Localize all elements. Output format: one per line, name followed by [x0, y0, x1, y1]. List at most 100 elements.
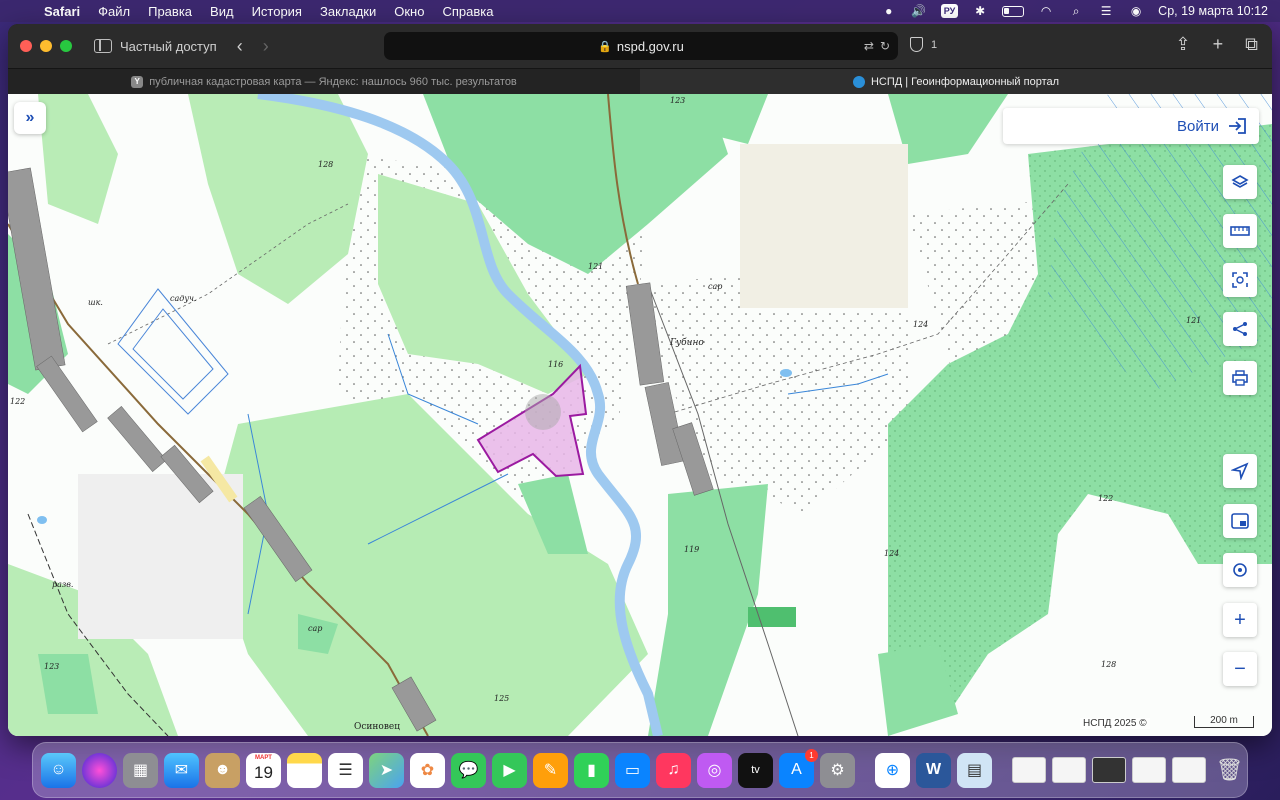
dock-minimized-window[interactable] [1172, 757, 1206, 783]
dock-contacts-icon[interactable]: ☻ [205, 752, 240, 788]
grammarly-icon[interactable]: ● [881, 4, 897, 18]
dock-reminders-icon[interactable]: ☰ [328, 752, 363, 788]
menu-help[interactable]: Справка [442, 4, 493, 19]
layers-button[interactable] [1223, 165, 1257, 199]
dock-keynote-icon[interactable]: ▭ [615, 752, 650, 788]
dock-facetime-icon[interactable]: ▶ [492, 752, 527, 788]
battery-icon[interactable] [1002, 5, 1025, 17]
login-icon [1229, 118, 1246, 134]
minimize-window-button[interactable] [40, 40, 52, 52]
map-annotation: садуч. [170, 294, 197, 303]
fullscreen-window-button[interactable] [60, 40, 72, 52]
new-tab-icon[interactable]: + [1213, 34, 1224, 55]
bluetooth-icon[interactable]: ✱ [972, 4, 988, 18]
menu-history[interactable]: История [252, 4, 302, 19]
volume-icon[interactable]: 🔊 [911, 4, 927, 18]
elevation-label: 123 [670, 96, 686, 105]
dock-messages-icon[interactable]: 💬 [451, 752, 486, 788]
dock-calendar-icon[interactable]: МАРТ 19 [246, 752, 281, 788]
village-label-osinovets: Осиновец [354, 722, 401, 732]
tab-nspd[interactable]: НСПД | Геоинформационный портал [640, 69, 1272, 94]
dock-system-settings-icon[interactable]: ⚙ [820, 752, 855, 788]
yandex-favicon-icon: Y [131, 75, 144, 88]
dock-preview-icon[interactable]: ▤ [957, 752, 992, 788]
dock-notes-icon[interactable] [287, 752, 322, 788]
elevation-label: 121 [588, 262, 604, 271]
tab-overview-icon[interactable]: ⧉ [1245, 34, 1258, 55]
lock-icon: 🔒 [598, 40, 612, 53]
locate-button[interactable] [1223, 553, 1257, 587]
dock-trash-icon[interactable]: 🗑 [1212, 753, 1247, 788]
map-annotation: сар [308, 624, 323, 633]
map-annotation: сар [708, 282, 723, 291]
dock-maps-icon[interactable]: ➤ [369, 752, 404, 788]
zoom-in-button[interactable]: + [1223, 603, 1257, 637]
cadastral-map[interactable] [8, 94, 1272, 736]
elevation-label: 124 [884, 549, 900, 558]
dock-siri-icon[interactable] [82, 752, 117, 788]
privacy-report[interactable]: 1 [910, 37, 937, 52]
dock-podcasts-icon[interactable]: ◎ [697, 752, 732, 788]
reload-icon[interactable]: ↻ [880, 39, 890, 53]
share-map-button[interactable] [1223, 312, 1257, 346]
menu-file[interactable]: Файл [98, 4, 130, 19]
navigate-button[interactable] [1223, 454, 1257, 488]
wifi-icon[interactable]: ◠ [1038, 4, 1054, 18]
calendar-month: МАРТ [255, 754, 272, 761]
measure-button[interactable] [1223, 214, 1257, 248]
dock: ☺ ▦ ✉ ☻ МАРТ 19 ☰ ➤ ✿ 💬 ▶ ✎ ▮ ▭ ♫ ◎ tv A… [32, 742, 1248, 798]
dock-finder-icon[interactable]: ☺ [41, 752, 76, 788]
dock-minimized-window[interactable] [1012, 757, 1046, 783]
back-arrow-icon[interactable]: ‹ [237, 37, 243, 55]
zoom-out-button[interactable]: − [1223, 652, 1257, 686]
dock-launchpad-icon[interactable]: ▦ [123, 752, 158, 788]
map-viewport[interactable]: 128 123 121 124 116 122 119 125 123 121 … [8, 94, 1272, 736]
dock-music-icon[interactable]: ♫ [656, 752, 691, 788]
menu-edit[interactable]: Правка [148, 4, 192, 19]
dock-photos-icon[interactable]: ✿ [410, 752, 445, 788]
minimap-button[interactable] [1223, 504, 1257, 538]
browser-toolbar: Частный доступ ‹ › 🔒 nspd.gov.ru ⇄ ↻ 1 ⇪… [8, 24, 1272, 68]
dock-safari-icon[interactable]: ⊕ [875, 752, 910, 788]
menu-bookmarks[interactable]: Закладки [320, 4, 376, 19]
tab-yandex-search[interactable]: Y публичная кадастровая карта — Яндекс: … [8, 69, 640, 94]
menu-view[interactable]: Вид [210, 4, 234, 19]
dock-pages-icon[interactable]: ✎ [533, 752, 568, 788]
expand-panel-button[interactable]: » [14, 102, 46, 134]
navigate-icon [1231, 462, 1249, 480]
menubar-datetime[interactable]: Ср, 19 марта 10:12 [1158, 4, 1268, 18]
elevation-label: 123 [44, 662, 60, 671]
address-bar[interactable]: 🔒 nspd.gov.ru ⇄ ↻ [384, 32, 898, 60]
close-window-button[interactable] [20, 40, 32, 52]
login-button[interactable]: Войти [1003, 108, 1259, 144]
print-button[interactable] [1223, 361, 1257, 395]
select-area-button[interactable] [1223, 263, 1257, 297]
dock-tv-icon[interactable]: tv [738, 752, 773, 788]
dock-appstore-icon[interactable]: A 1 [779, 748, 818, 788]
zoom-out-icon: − [1234, 657, 1246, 680]
spotlight-search-icon[interactable]: ⌕ [1068, 4, 1084, 18]
input-language-badge[interactable]: РУ [940, 4, 959, 18]
share-page-icon[interactable]: ⇪ [1176, 34, 1191, 55]
control-center-icon[interactable]: ☰ [1098, 4, 1114, 18]
dock-numbers-icon[interactable]: ▮ [574, 752, 609, 788]
layers-icon [1231, 175, 1249, 188]
map-scale-bar: 200 m [1194, 716, 1254, 728]
dock-minimized-window[interactable] [1052, 757, 1086, 783]
menu-app-name[interactable]: Safari [44, 4, 80, 19]
dock-minimized-window[interactable] [1132, 757, 1166, 783]
dock-word-icon[interactable]: W [916, 752, 951, 788]
sidebar-toggle-icon[interactable] [94, 39, 112, 53]
dock-minimized-window[interactable] [1092, 757, 1126, 783]
translate-icon[interactable]: ⇄ [864, 39, 874, 53]
elevation-label: 119 [684, 545, 700, 554]
dock-mail-icon[interactable]: ✉ [164, 752, 199, 788]
pond [37, 516, 47, 524]
picture-in-picture-icon [1231, 513, 1249, 529]
forward-arrow-icon[interactable]: › [263, 37, 269, 55]
menu-bar: Safari Файл Правка Вид История Закладки … [0, 0, 1280, 22]
map-credit: НСПД 2025 © [1080, 718, 1150, 729]
appstore-badge: 1 [805, 748, 818, 762]
menu-window[interactable]: Окно [394, 4, 424, 19]
siri-icon[interactable]: ◉ [1128, 4, 1144, 18]
